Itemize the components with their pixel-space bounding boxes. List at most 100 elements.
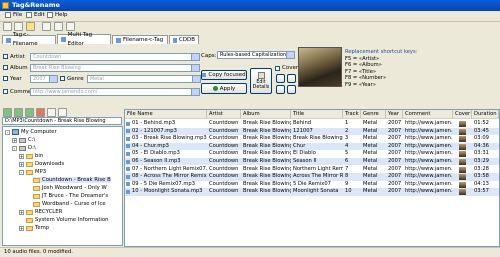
tree-node-mp3[interactable]: - MP3	[19, 169, 46, 175]
tree-node-wordband[interactable]: Wordband - Curse of Ice	[33, 201, 106, 207]
copy-focused-button[interactable]: Copy focused	[201, 70, 247, 80]
cover-option: Cover	[275, 65, 298, 71]
tab-filename-from-tag[interactable]: Filename<-Tag	[112, 35, 168, 44]
tab-cddb[interactable]: CDDB	[169, 35, 199, 44]
album-checkbox[interactable]	[3, 65, 8, 70]
tree-node-jt-bruce[interactable]: JT Bruce - The Dreamer's	[33, 193, 108, 199]
cell-title: Across The Mirror Remix07	[293, 173, 343, 180]
apply-button[interactable]: Apply	[201, 83, 247, 94]
column-header-track[interactable]: Track	[343, 110, 361, 119]
cover-checkbox[interactable]	[275, 65, 280, 71]
cell-comment: http://www.jamen...	[405, 120, 453, 126]
cell-album: Break Rise Blowing	[243, 127, 291, 134]
collapse-icon[interactable]: -	[5, 129, 10, 135]
expand-icon[interactable]: +	[12, 137, 17, 143]
back-icon[interactable]	[3, 108, 12, 117]
cover-save-icon[interactable]	[276, 85, 285, 94]
save-icon[interactable]	[14, 22, 23, 31]
table-row[interactable]: 08 - Across The Mirror Remix07.mp3Countd…	[125, 173, 499, 181]
tree-node-temp[interactable]: + Temp	[19, 225, 49, 231]
cover-remove-icon[interactable]	[287, 74, 296, 83]
album-field[interactable]: Break Rise Blowing	[30, 63, 200, 72]
collapse-icon[interactable]: -	[12, 145, 17, 151]
tree-node-my-computer[interactable]: - My Computer	[5, 129, 57, 135]
table-row[interactable]: 05 - El Diablo.mp3 Countdown Break Rise Bl…	[125, 150, 499, 158]
audio-file-icon	[126, 129, 130, 134]
genre-field[interactable]: Metal	[87, 74, 201, 83]
cell-album: Break Rise Blowing	[243, 120, 291, 126]
tree-node-countdown[interactable]: Countdown - Break Rise B	[33, 177, 111, 183]
up-icon[interactable]	[25, 108, 34, 117]
refresh-tree-icon[interactable]	[58, 108, 67, 117]
settings-icon[interactable]	[54, 22, 63, 31]
table-row[interactable]: 01 - Behind.mp3 Countdown Break Rise Blowi…	[125, 120, 499, 127]
column-header-title[interactable]: Title	[291, 110, 343, 119]
expand-icon[interactable]: +	[19, 209, 24, 215]
expand-icon[interactable]: +	[19, 161, 24, 167]
cover-thumbnail-icon	[459, 174, 466, 181]
folder-tree: - My Computer + C:\ - D:\ + bin + Downloads -…	[2, 126, 123, 246]
tree-node-d-drive[interactable]: - D:\	[12, 145, 36, 151]
table-row[interactable]: 06 - Season II.mp3 Countdown Break Rise Bl…	[125, 158, 499, 166]
column-header-comment[interactable]: Comment	[403, 110, 453, 119]
stop-icon[interactable]	[36, 108, 45, 117]
table-row[interactable]: 03 - Break Rise Blowing.mp3 Countdown Brea…	[125, 135, 499, 143]
tag-icon	[61, 37, 66, 42]
menu-help[interactable]: Help	[47, 12, 68, 18]
column-header-cover[interactable]: Cover	[453, 110, 472, 119]
menu-file[interactable]: File	[5, 12, 22, 18]
table-row[interactable]: 07 - Northern Light Remix07.mp3Countdown…	[125, 166, 499, 173]
tree-node-josh-woodward[interactable]: Josh Woodward - Only W	[33, 185, 107, 191]
album-label: Album	[10, 64, 28, 71]
column-header-album[interactable]: Album	[241, 110, 291, 119]
cell-genre: Metal	[363, 127, 378, 134]
open-folder-icon[interactable]	[3, 22, 12, 31]
artist-checkbox[interactable]	[3, 54, 8, 59]
folder-open-icon	[26, 169, 33, 175]
caps-dropdown[interactable]: Rules-based Capitalization	[217, 51, 295, 59]
cell-comment: http://www.jamen...	[405, 127, 453, 134]
comment-checkbox[interactable]	[3, 89, 8, 94]
tab-multi-tag-editor[interactable]: Multi Tag Editor	[57, 32, 111, 47]
column-header-filename[interactable]: File Name	[125, 110, 207, 119]
cover-copy-icon[interactable]	[287, 85, 296, 94]
status-text: 10 audio files. 0 modified.	[4, 249, 73, 255]
column-header-artist[interactable]: Artist	[207, 110, 241, 119]
path-field[interactable]: D:\MP3\Countdown - Break Rise Blowing	[2, 117, 122, 125]
table-row[interactable]: 04 - Chur.mp3 Countdown Break Rise Blowing…	[125, 142, 499, 151]
cell-album: Break Rise Blowing	[243, 188, 291, 195]
cell-year: 2007	[388, 180, 402, 187]
refresh-icon[interactable]	[42, 22, 51, 31]
collapse-icon[interactable]: -	[19, 169, 24, 175]
tree-node-system-volume[interactable]: System Volume Information	[26, 217, 108, 223]
menu-edit[interactable]: Edit	[26, 12, 45, 18]
table-row[interactable]: 09 - 5 Die Remix07.mp3 Countdown Break Ris…	[125, 181, 499, 188]
tree-node-recycler[interactable]: + RECYCLER	[19, 209, 62, 215]
year-checkbox[interactable]	[3, 76, 8, 81]
table-row[interactable]: 10 - Moonlight Sonata.mp3 Countdown Break …	[125, 188, 499, 196]
cell-duration: 03:58	[474, 173, 489, 180]
forward-icon[interactable]	[14, 108, 23, 117]
column-header-duration[interactable]: Duration	[472, 110, 499, 119]
column-header-year[interactable]: Year	[386, 110, 403, 119]
tree-node-c-drive[interactable]: + C:\	[12, 137, 35, 143]
genre-checkbox[interactable]	[60, 76, 65, 81]
edit-details-button[interactable]: Edit Details	[250, 68, 272, 94]
cell-comment: http://www.jamen...	[405, 158, 453, 164]
artist-field[interactable]: Countdown	[30, 52, 200, 61]
tab-tag-from-filename[interactable]: Tag<-Filename	[2, 32, 56, 47]
star-icon[interactable]	[26, 22, 35, 31]
cover-load-icon[interactable]	[276, 74, 285, 83]
tree-node-downloads[interactable]: + Downloads	[19, 161, 64, 167]
app-icon	[2, 2, 9, 9]
table-row[interactable]: 02 - 121007.mp3 Countdown Break Rise Blowi…	[125, 127, 499, 135]
tree-node-bin[interactable]: + bin	[19, 153, 43, 159]
cell-year: 2007	[388, 135, 402, 142]
comment-field[interactable]: http://www.jamendo.com/	[30, 87, 200, 96]
expand-icon[interactable]: +	[19, 225, 24, 231]
expand-icon[interactable]: +	[19, 153, 24, 159]
column-header-genre[interactable]: Genre	[361, 110, 386, 119]
cell-album: Break Rise Blowing	[243, 158, 291, 164]
year-field[interactable]: 2007	[30, 74, 58, 83]
favorites-icon[interactable]	[47, 108, 56, 117]
